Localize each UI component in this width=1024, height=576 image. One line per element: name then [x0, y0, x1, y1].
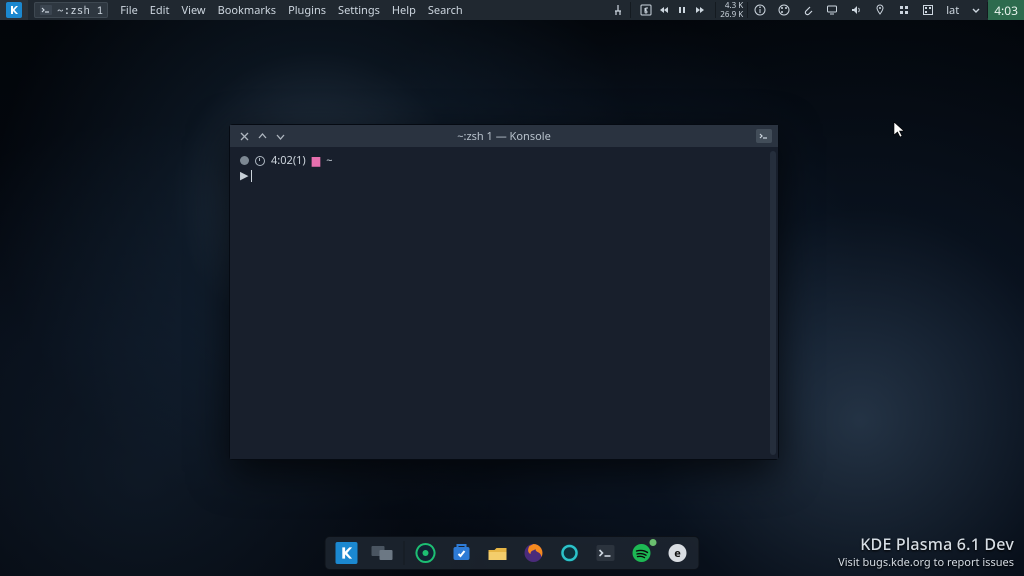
net-down: 26.9 K: [720, 10, 743, 19]
tray-display-icon[interactable]: [820, 0, 844, 20]
svg-text:e: e: [674, 546, 681, 561]
tray-grid-icon[interactable]: [892, 0, 916, 20]
window-down-icon[interactable]: [274, 130, 286, 142]
task-switcher-icon[interactable]: [368, 539, 398, 567]
prompt-dir: ~: [326, 153, 332, 168]
tray-expand-icon[interactable]: [965, 0, 987, 20]
kde-launcher-icon[interactable]: [332, 539, 362, 567]
kde-logo-icon: [6, 2, 22, 18]
konsole-title: ~:zsh 1 — Konsole: [230, 129, 778, 144]
konsole-app-icon[interactable]: [756, 129, 772, 143]
prompt-clock-icon: [255, 156, 265, 166]
app-green1-icon[interactable]: [411, 539, 441, 567]
dolphin-icon[interactable]: [483, 539, 513, 567]
tray-pin-icon[interactable]: [606, 0, 630, 20]
media-prev-icon[interactable]: [655, 4, 673, 16]
firefox-icon[interactable]: [519, 539, 549, 567]
window-up-icon[interactable]: [256, 130, 268, 142]
media-controls: [631, 0, 715, 20]
menu-file[interactable]: File: [114, 0, 144, 20]
app-round-icon[interactable]: e: [663, 539, 693, 567]
kde-kickoff[interactable]: [0, 0, 28, 20]
window-close-icon[interactable]: [238, 130, 250, 142]
folder-icon: ▆: [312, 153, 320, 168]
terminal-scrollbar[interactable]: [770, 151, 776, 455]
tray-info-icon[interactable]: [748, 0, 772, 20]
panel-clock[interactable]: 4:03: [988, 0, 1024, 20]
app-teal-icon[interactable]: [555, 539, 585, 567]
task-chip[interactable]: ~:zsh 1: [28, 0, 114, 20]
tray-clip-icon[interactable]: [796, 0, 820, 20]
tray-volume-icon[interactable]: [844, 0, 868, 20]
prompt-bullet-icon: [240, 156, 249, 165]
menu-view[interactable]: View: [176, 0, 212, 20]
bottom-dock: e: [325, 536, 700, 570]
menu-settings[interactable]: Settings: [332, 0, 386, 20]
tray-qr-icon[interactable]: [916, 0, 940, 20]
top-panel: ~:zsh 1 File Edit View Bookmarks Plugins…: [0, 0, 1024, 20]
task-chip-label: ~:zsh 1: [57, 4, 103, 17]
media-app-icon[interactable]: [637, 4, 655, 16]
media-next-icon[interactable]: [691, 4, 709, 16]
plasma-version: KDE Plasma 6.1 Dev: [838, 533, 1014, 555]
desktop-info: KDE Plasma 6.1 Dev Visit bugs.kde.org to…: [838, 533, 1014, 570]
menu-edit[interactable]: Edit: [144, 0, 176, 20]
plasma-subtitle: Visit bugs.kde.org to report issues: [838, 555, 1014, 570]
menu-bookmarks[interactable]: Bookmarks: [212, 0, 282, 20]
tray-color-picker-icon[interactable]: [772, 0, 796, 20]
global-menubar: File Edit View Bookmarks Plugins Setting…: [114, 0, 468, 20]
discover-icon[interactable]: [447, 539, 477, 567]
keyboard-layout[interactable]: lat: [940, 0, 965, 20]
konsole-titlebar[interactable]: ~:zsh 1 — Konsole: [230, 125, 778, 147]
konsole-window[interactable]: ~:zsh 1 — Konsole 4:02(1) ▆ ~ ▶: [229, 124, 779, 460]
network-speed[interactable]: 4.3 K 26.9 K: [716, 0, 747, 20]
prompt-symbol: ▶: [240, 168, 248, 183]
prompt-time: 4:02(1): [271, 153, 306, 168]
terminal-icon: [39, 3, 53, 17]
tray-location-icon[interactable]: [868, 0, 892, 20]
menu-search[interactable]: Search: [422, 0, 469, 20]
menu-plugins[interactable]: Plugins: [282, 0, 332, 20]
media-pause-icon[interactable]: [673, 4, 691, 16]
text-caret: [251, 170, 252, 182]
terminal-area[interactable]: 4:02(1) ▆ ~ ▶: [230, 147, 778, 459]
spotify-icon[interactable]: [627, 539, 657, 567]
menu-help[interactable]: Help: [386, 0, 422, 20]
konsole-icon[interactable]: [591, 539, 621, 567]
